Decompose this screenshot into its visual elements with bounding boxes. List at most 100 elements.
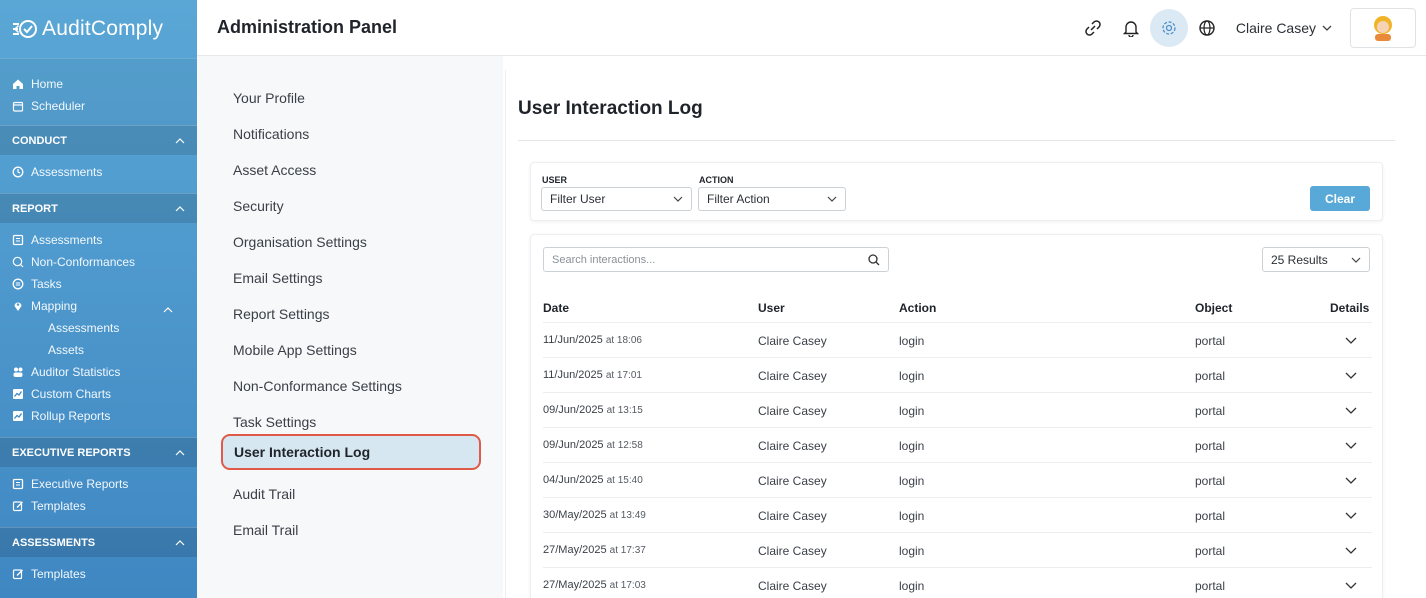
report-icon	[12, 234, 24, 246]
settings-nav-notifications[interactable]: Notifications	[233, 126, 309, 142]
collapse-sidebar-button[interactable]	[0, 0, 22, 58]
sidebar-item-label: Home	[31, 77, 64, 91]
sidebar-section-title: ASSESSMENTS	[12, 536, 96, 549]
settings-nav-audit-trail[interactable]: Audit Trail	[233, 486, 295, 502]
table-row[interactable]: 09/Jun/2025 at 13:15 Claire Casey login …	[543, 392, 1372, 427]
globe-icon[interactable]	[1188, 9, 1226, 47]
settings-nav: Your Profile Notifications Asset Access Sec…	[197, 56, 503, 598]
expand-details-button[interactable]	[1344, 333, 1358, 347]
bell-icon[interactable]	[1112, 9, 1150, 47]
sidebar-item-assessments[interactable]: Assessments	[0, 161, 197, 183]
sidebar-item-assessments[interactable]: Assessments	[0, 229, 197, 251]
gear-icon[interactable]	[1149, 9, 1188, 47]
action-filter-select[interactable]: Filter Action	[698, 187, 846, 211]
table-row[interactable]: 27/May/2025 at 17:37 Claire Casey login …	[543, 532, 1372, 567]
settings-nav-asset-access[interactable]: Asset Access	[233, 162, 316, 178]
sidebar-item-label: Scheduler	[31, 99, 86, 113]
sidebar-section-header[interactable]: REPORT	[0, 193, 197, 223]
clear-button[interactable]: Clear	[1310, 186, 1370, 211]
sidebar-item-tasks[interactable]: Tasks	[0, 273, 197, 295]
user-cell: Claire Casey	[758, 439, 827, 453]
action-cell: login	[899, 369, 925, 383]
sidebar-item-templates[interactable]: Templates	[0, 563, 197, 585]
user-menu[interactable]: Claire Casey	[1236, 20, 1332, 36]
sidebar-item-custom-charts[interactable]: Custom Charts	[0, 383, 197, 405]
object-cell: portal	[1195, 509, 1226, 523]
expand-details-button[interactable]	[1344, 438, 1358, 452]
table-row[interactable]: 27/May/2025 at 17:03 Claire Casey login …	[543, 567, 1372, 598]
expand-details-button[interactable]	[1344, 473, 1358, 487]
settings-nav-your-profile[interactable]: Your Profile	[233, 90, 305, 106]
search-icon	[12, 256, 24, 268]
settings-nav-email-trail[interactable]: Email Trail	[233, 522, 298, 538]
pin-icon	[12, 300, 24, 312]
sidebar-top: Home Scheduler	[0, 58, 197, 125]
sidebar-subitem-assessments[interactable]: Assessments	[0, 317, 197, 339]
column-header-date[interactable]: Date	[543, 301, 569, 315]
column-header-object[interactable]: Object	[1195, 301, 1232, 315]
sidebar-item-label: Assessments	[31, 233, 103, 247]
table-row[interactable]: 09/Jun/2025 at 12:58 Claire Casey login …	[543, 427, 1372, 462]
sidebar-section-title: CONDUCT	[12, 134, 67, 147]
tasks-icon	[12, 278, 24, 290]
sidebar-item-templates[interactable]: Templates	[0, 495, 197, 517]
expand-details-button[interactable]	[1344, 543, 1358, 557]
settings-nav-task-settings[interactable]: Task Settings	[233, 414, 316, 430]
table-row[interactable]: 11/Jun/2025 at 18:06 Claire Casey login …	[543, 322, 1372, 357]
sidebar-item-scheduler[interactable]: Scheduler	[0, 95, 197, 117]
chart-icon	[12, 410, 24, 422]
filter-card: USER Filter User ACTION Filter Action Cl…	[530, 162, 1383, 221]
table-row[interactable]: 30/May/2025 at 13:49 Claire Casey login …	[543, 497, 1372, 532]
users-icon	[12, 366, 24, 378]
expand-details-button[interactable]	[1344, 508, 1358, 522]
column-header-action[interactable]: Action	[899, 301, 936, 315]
sidebar-item-rollup-reports[interactable]: Rollup Reports	[0, 405, 197, 427]
settings-nav-user-interaction-log[interactable]: User Interaction Log	[221, 434, 481, 470]
sidebar-section-header[interactable]: ASSESSMENTS	[0, 527, 197, 557]
table-row[interactable]: 04/Jun/2025 at 15:40 Claire Casey login …	[543, 462, 1372, 497]
sidebar-item-mapping[interactable]: Mapping	[0, 295, 197, 317]
sidebar-item-executive-reports[interactable]: Executive Reports	[0, 473, 197, 495]
user-cell: Claire Casey	[758, 509, 827, 523]
avatar[interactable]	[1350, 8, 1416, 48]
results-per-page-select[interactable]: 25 Results	[1262, 247, 1370, 272]
expand-details-button[interactable]	[1344, 403, 1358, 417]
table-row[interactable]: 11/Jun/2025 at 17:01 Claire Casey login …	[543, 357, 1372, 392]
sidebar-section-header[interactable]: CONDUCT	[0, 125, 197, 155]
settings-nav-security[interactable]: Security	[233, 198, 284, 214]
link-icon[interactable]	[1074, 9, 1112, 47]
sidebar-item-home[interactable]: Home	[0, 73, 197, 95]
settings-nav-mobile-app-settings[interactable]: Mobile App Settings	[233, 342, 357, 358]
sidebar-item-label: Tasks	[31, 277, 62, 291]
sidebar-item-auditor-statistics[interactable]: Auditor Statistics	[0, 361, 197, 383]
column-header-user[interactable]: User	[758, 301, 785, 315]
date-cell: 11/Jun/2025 at 18:06	[543, 334, 642, 346]
sidebar-section-title: EXECUTIVE REPORTS	[12, 446, 131, 459]
chevron-left-icon	[13, 24, 20, 34]
chevron-up-icon	[175, 447, 185, 459]
settings-nav-non-conformance-settings[interactable]: Non-Conformance Settings	[233, 378, 402, 394]
chevron-down-icon	[1345, 477, 1357, 484]
sidebar-item-non-conformances[interactable]: Non-Conformances	[0, 251, 197, 273]
chevron-down-icon	[1345, 442, 1357, 449]
sidebar-item-label: Mapping	[31, 299, 78, 313]
sidebar-item-label: Assessments	[31, 165, 103, 179]
date-cell: 09/Jun/2025 at 13:15	[543, 404, 643, 416]
expand-details-button[interactable]	[1344, 368, 1358, 382]
edit-icon	[12, 568, 24, 580]
user-cell: Claire Casey	[758, 579, 827, 593]
settings-nav-report-settings[interactable]: Report Settings	[233, 306, 330, 322]
expand-details-button[interactable]	[1344, 578, 1358, 592]
action-cell: login	[899, 439, 925, 453]
search-input[interactable]: Search interactions...	[543, 247, 889, 272]
chevron-down-icon	[1322, 25, 1332, 31]
user-filter-label: USER	[542, 175, 568, 185]
sidebar-section-header[interactable]: EXECUTIVE REPORTS	[0, 437, 197, 467]
sidebar-subitem-assets[interactable]: Assets	[0, 339, 197, 361]
chevron-up-icon	[175, 135, 185, 147]
user-filter-select[interactable]: Filter User	[541, 187, 692, 211]
settings-nav-organisation-settings[interactable]: Organisation Settings	[233, 234, 367, 250]
settings-nav-email-settings[interactable]: Email Settings	[233, 270, 322, 286]
brand[interactable]: AuditComply	[0, 0, 197, 58]
action-cell: login	[899, 404, 925, 418]
